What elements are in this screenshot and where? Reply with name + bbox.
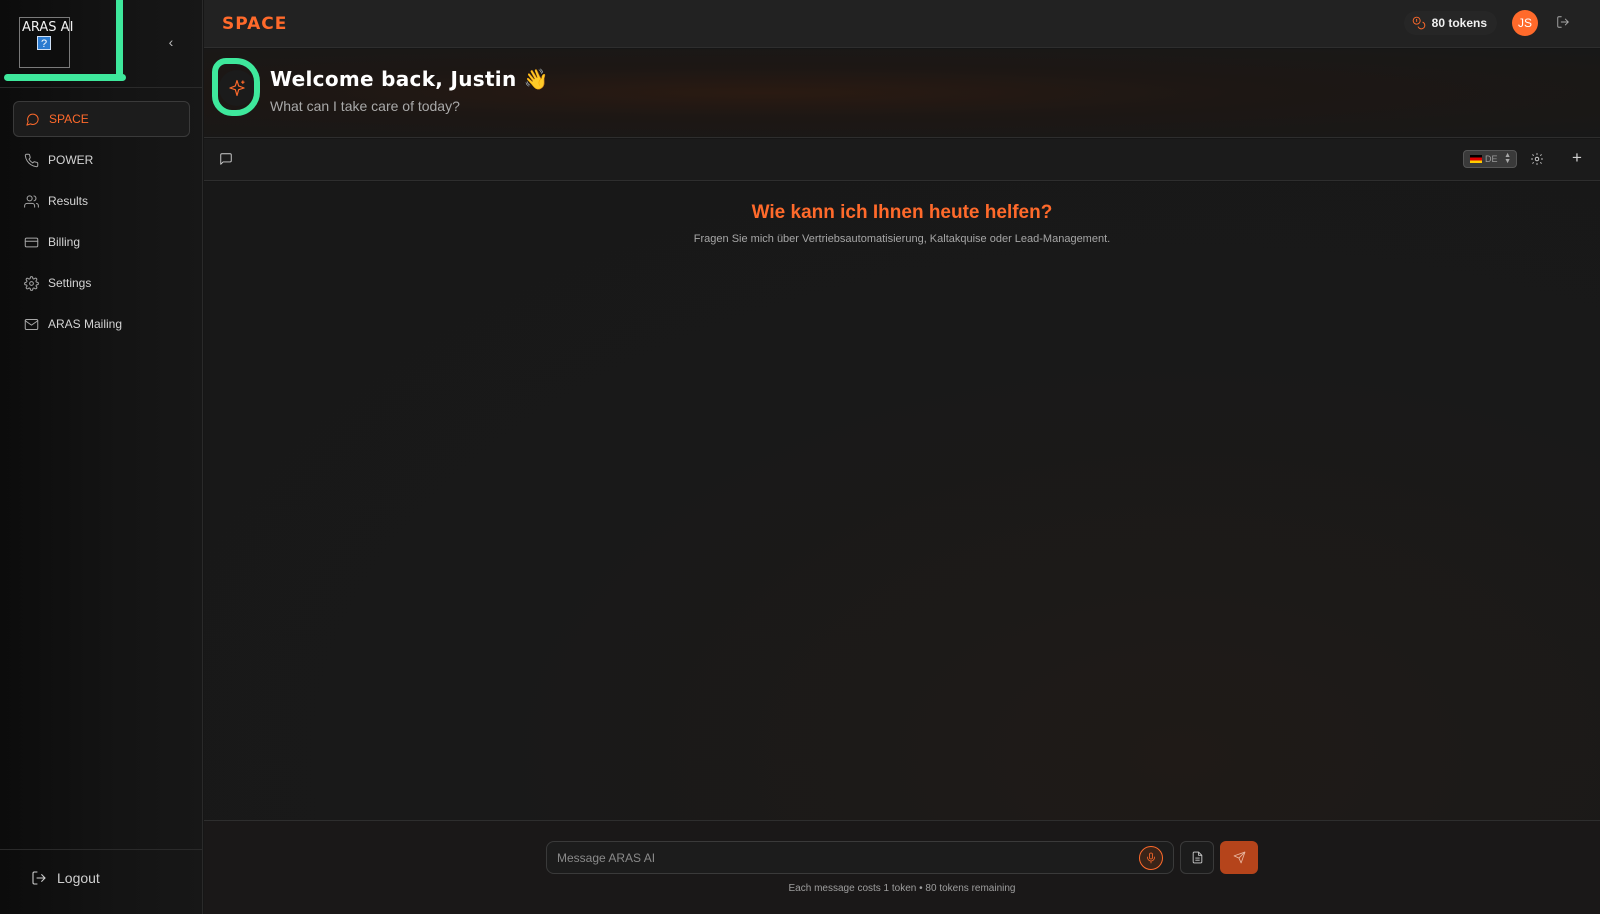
gear-icon (1531, 153, 1543, 165)
welcome-header: Welcome back, Justin 👋 What can I take c… (204, 49, 1600, 138)
divider (0, 87, 203, 88)
top-logout-button[interactable] (1556, 15, 1572, 31)
gear-icon (23, 275, 39, 291)
germany-flag-icon (1470, 155, 1482, 163)
welcome-title: Welcome back, Justin 👋 (270, 67, 549, 91)
message-composer: Each message costs 1 token • 80 tokens r… (204, 820, 1600, 914)
microphone-icon (1147, 852, 1155, 864)
chat-settings-button[interactable] (1530, 152, 1546, 168)
chat-toolbar: DE ▲ ▼ + (204, 139, 1600, 181)
message-input[interactable] (546, 841, 1174, 874)
sidebar-item-label: POWER (48, 153, 94, 167)
sidebar-item-label: Results (48, 194, 89, 208)
sidebar-item-power[interactable]: POWER (13, 142, 190, 178)
sidebar-item-billing[interactable]: Billing (13, 224, 190, 260)
avatar[interactable]: JS (1512, 10, 1538, 36)
divider (0, 849, 203, 850)
app-logo[interactable]: ARAS AI ? (19, 17, 74, 68)
attach-document-button[interactable] (1180, 841, 1214, 874)
sidebar-item-label: Settings (48, 276, 92, 290)
language-value: DE (1485, 154, 1498, 164)
sidebar-item-results[interactable]: Results (13, 183, 190, 219)
file-text-icon (1192, 851, 1202, 864)
message-square-icon (220, 153, 232, 165)
annotation-stroke (116, 0, 125, 80)
new-chat-button[interactable]: + (1569, 149, 1585, 166)
send-button[interactable] (1220, 841, 1258, 874)
sidebar-item-aras-mailing[interactable]: ARAS Mailing (13, 306, 190, 342)
welcome-subtitle: What can I take care of today? (270, 98, 460, 114)
logout-icon (1557, 16, 1569, 28)
token-cost-note: Each message costs 1 token • 80 tokens r… (788, 883, 1016, 894)
chat-empty-title: Wie kann ich Ihnen heute helfen? (751, 202, 1053, 223)
users-icon (23, 193, 39, 209)
top-bar: SPACE 80 tokens JS (204, 0, 1600, 48)
voice-input-button[interactable] (1139, 846, 1163, 870)
chat-area: Wie kann ich Ihnen heute helfen? Fragen … (204, 182, 1600, 820)
sidebar-item-settings[interactable]: Settings (13, 265, 190, 301)
sidebar-item-space[interactable]: SPACE (13, 101, 190, 137)
broken-image-icon: ? (37, 36, 51, 50)
logo-text: ARAS AI (22, 20, 74, 35)
collapse-sidebar-button[interactable]: ‹ (162, 33, 180, 51)
sidebar-logout-button[interactable]: Logout (31, 870, 100, 886)
annotation-stroke (212, 58, 260, 116)
phone-icon (23, 152, 39, 168)
logout-label: Logout (57, 870, 100, 886)
sidebar: ARAS AI ? ‹ SPACE POWER Results Billing … (0, 0, 203, 914)
select-arrows-icon: ▲ ▼ (1504, 152, 1511, 165)
mail-icon (23, 316, 39, 332)
language-select[interactable]: DE ▲ ▼ (1463, 150, 1517, 168)
annotation-stroke (4, 74, 126, 81)
chat-empty-subtitle: Fragen Sie mich über Vertriebsautomatisi… (693, 233, 1111, 245)
brand-title: SPACE (222, 14, 288, 34)
message-circle-icon (24, 111, 40, 127)
token-count: 80 tokens (1431, 16, 1487, 30)
token-balance-badge[interactable]: 80 tokens (1403, 11, 1497, 35)
chat-history-button[interactable] (219, 152, 235, 168)
sidebar-item-label: ARAS Mailing (48, 317, 123, 331)
logout-icon (32, 871, 46, 885)
credit-card-icon (23, 234, 39, 250)
sidebar-item-label: Billing (48, 235, 81, 249)
sidebar-item-label: SPACE (49, 112, 89, 126)
sidebar-nav: SPACE POWER Results Billing Settings ARA… (13, 101, 190, 347)
coins-icon (1412, 16, 1425, 30)
send-icon (1233, 851, 1245, 864)
